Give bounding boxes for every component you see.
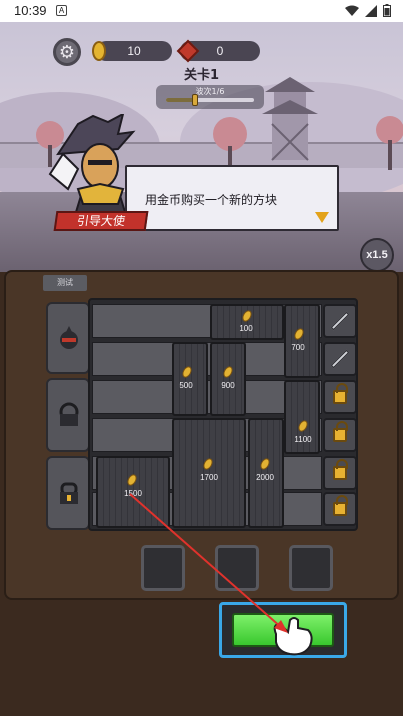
price-label: 500 [179,381,193,390]
locked-cell [323,456,357,490]
locked-cell [323,492,357,526]
wave-progress: 波次1/6 [156,85,264,109]
status-time: 10:39 [14,3,47,18]
price-label: 900 [221,381,235,390]
inventory-slot-2[interactable] [215,545,259,591]
locked-cell [323,418,357,452]
lock-icon [333,383,348,404]
status-bar: 10:39 A [0,0,403,22]
battery-icon [383,4,391,17]
block-piece-700[interactable] [284,304,320,378]
lock-icon [333,459,348,480]
wave-marker [192,94,199,106]
continue-arrow-icon [315,212,329,223]
sword-icon [330,349,350,369]
price-label: 2000 [256,473,274,482]
coin-counter: 10 [92,41,172,61]
price-label: 700 [291,343,305,352]
price-label: 1500 [124,489,142,498]
price-label: 100 [239,324,253,333]
status-icons [345,4,391,17]
settings-gear-icon[interactable]: ⚙ [53,38,81,66]
lock-unit-icon [59,402,79,426]
block-piece-900[interactable] [210,342,246,416]
lock-icon [333,495,348,516]
speed-button[interactable]: x1.5 [360,238,394,272]
sword-cell[interactable] [323,342,357,376]
guide-dialog[interactable]: 用金币购买一个新的方块 [125,165,339,231]
level-title: 关卡1 [183,68,220,83]
sword-cell[interactable] [323,304,357,338]
pointer-hand-icon [273,617,313,656]
locked-unit-icon [60,482,78,504]
guide-text: 用金币购买一个新的方块 [145,193,278,207]
inventory-slot-3[interactable] [289,545,333,591]
wave-track [166,94,254,106]
lock-icon [333,421,348,442]
gem-counter: 0 [176,39,260,63]
ninja-unit-icon [60,326,78,349]
block-piece-500[interactable] [172,342,208,416]
pagoda-tower [262,77,318,161]
inventory-slot-1[interactable] [141,545,185,591]
gem-value: 0 [216,44,224,58]
signal-icon [365,4,377,17]
unit-slot-2[interactable] [46,378,90,452]
wave-fill [166,98,196,102]
tree-far-right [376,116,403,170]
notification-a-icon: A [56,5,67,16]
price-label: 1700 [200,473,218,482]
sword-icon [330,311,350,331]
guide-name-tag: 引导大使 [53,211,149,231]
locked-cell [323,380,357,414]
price-label: 1100 [294,435,312,444]
unit-slot-1[interactable] [46,302,90,374]
coin-value: 10 [127,44,141,58]
test-tab[interactable]: 测试 [43,275,87,291]
wave-text: 波次1/6 [195,87,225,96]
wifi-icon [345,5,359,16]
unit-slot-3[interactable] [46,456,90,530]
coin-icon [92,41,106,61]
